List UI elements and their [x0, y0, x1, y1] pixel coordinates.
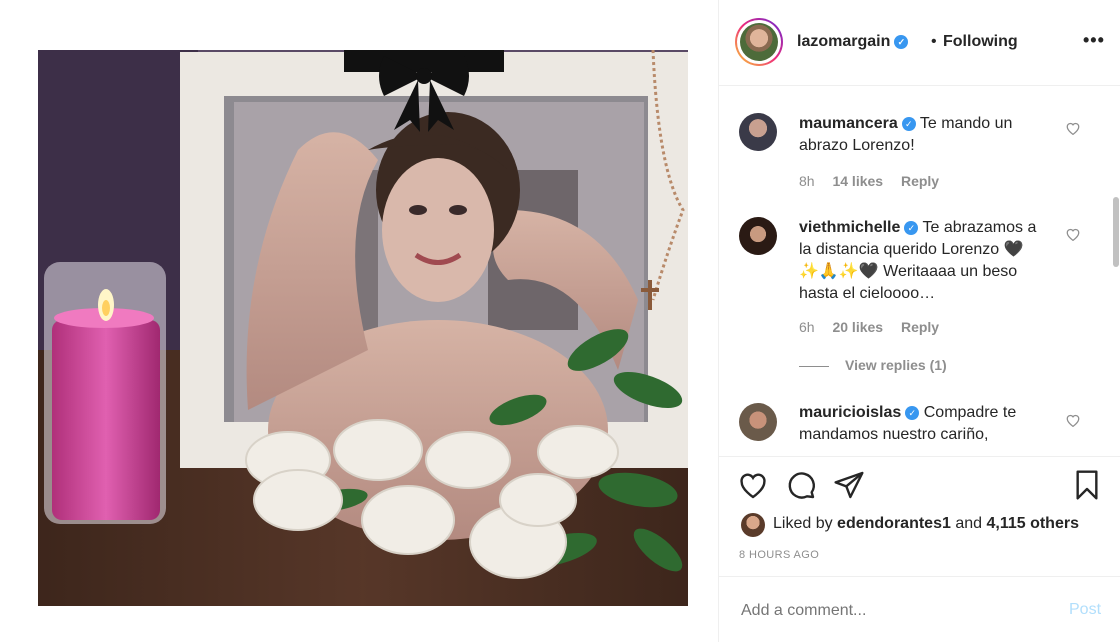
comment-like-heart-icon[interactable]: [1065, 121, 1081, 139]
likes-count-button[interactable]: 4,115 others: [986, 515, 1079, 532]
post-media-area: [0, 0, 718, 642]
commenter-avatar[interactable]: [739, 217, 777, 255]
post-actions: Liked by edendorantes1 and 4,115 others …: [719, 456, 1120, 576]
view-replies-button[interactable]: View replies (1): [799, 357, 947, 373]
post-timestamp[interactable]: 8 HOURS AGO: [739, 549, 819, 561]
following-button[interactable]: Following: [943, 33, 1018, 51]
post-photo[interactable]: [38, 50, 688, 606]
liked-by-summary: Liked by edendorantes1 and 4,115 others: [773, 515, 1079, 532]
share-icon[interactable]: [833, 469, 865, 501]
divider-line: [799, 365, 829, 367]
comment-time[interactable]: 6h: [799, 319, 815, 335]
separator-dot: •: [931, 33, 937, 50]
verified-icon: ✓: [904, 220, 919, 235]
comment-input[interactable]: [739, 601, 1043, 621]
comments-list[interactable]: maumancera ✓ Te mando un abrazo Lorenzo! …: [719, 87, 1120, 455]
comment-like-heart-icon[interactable]: [1065, 413, 1081, 431]
verified-icon: ✓: [894, 34, 909, 49]
heart-icon[interactable]: [737, 469, 769, 501]
comment-icon[interactable]: [785, 469, 817, 501]
commenter-username[interactable]: viethmichelle: [799, 219, 900, 236]
post-sidebar: lazomargain ✓ • Following ••• maumancera ✓…: [718, 0, 1120, 642]
author-avatar[interactable]: [735, 18, 783, 66]
verified-icon: ✓: [905, 405, 920, 420]
comment-likes[interactable]: 20 likes: [832, 319, 883, 335]
more-options-icon[interactable]: •••: [1083, 30, 1105, 51]
comment-time[interactable]: 8h: [799, 173, 815, 189]
commenter-avatar[interactable]: [739, 403, 777, 441]
author-username[interactable]: lazomargain ✓: [797, 33, 909, 51]
commenter-avatar[interactable]: [739, 113, 777, 151]
post-comment-button[interactable]: Post: [1069, 601, 1101, 619]
commenter-username[interactable]: maumancera: [799, 115, 898, 132]
memorial-photo-illustration: [38, 50, 688, 606]
commenter-username[interactable]: mauricioislas: [799, 404, 901, 421]
comment-likes[interactable]: 14 likes: [832, 173, 883, 189]
reply-button[interactable]: Reply: [901, 173, 939, 189]
liker-username[interactable]: edendorantes1: [837, 515, 951, 532]
bookmark-icon[interactable]: [1071, 469, 1103, 501]
add-comment-bar: Post: [719, 576, 1120, 642]
reply-button[interactable]: Reply: [901, 319, 939, 335]
liker-avatar[interactable]: [741, 513, 765, 537]
comments-scrollbar[interactable]: [1113, 197, 1119, 267]
verified-icon: ✓: [901, 116, 916, 131]
post-header: lazomargain ✓ • Following •••: [719, 0, 1120, 86]
comment-like-heart-icon[interactable]: [1065, 227, 1081, 245]
